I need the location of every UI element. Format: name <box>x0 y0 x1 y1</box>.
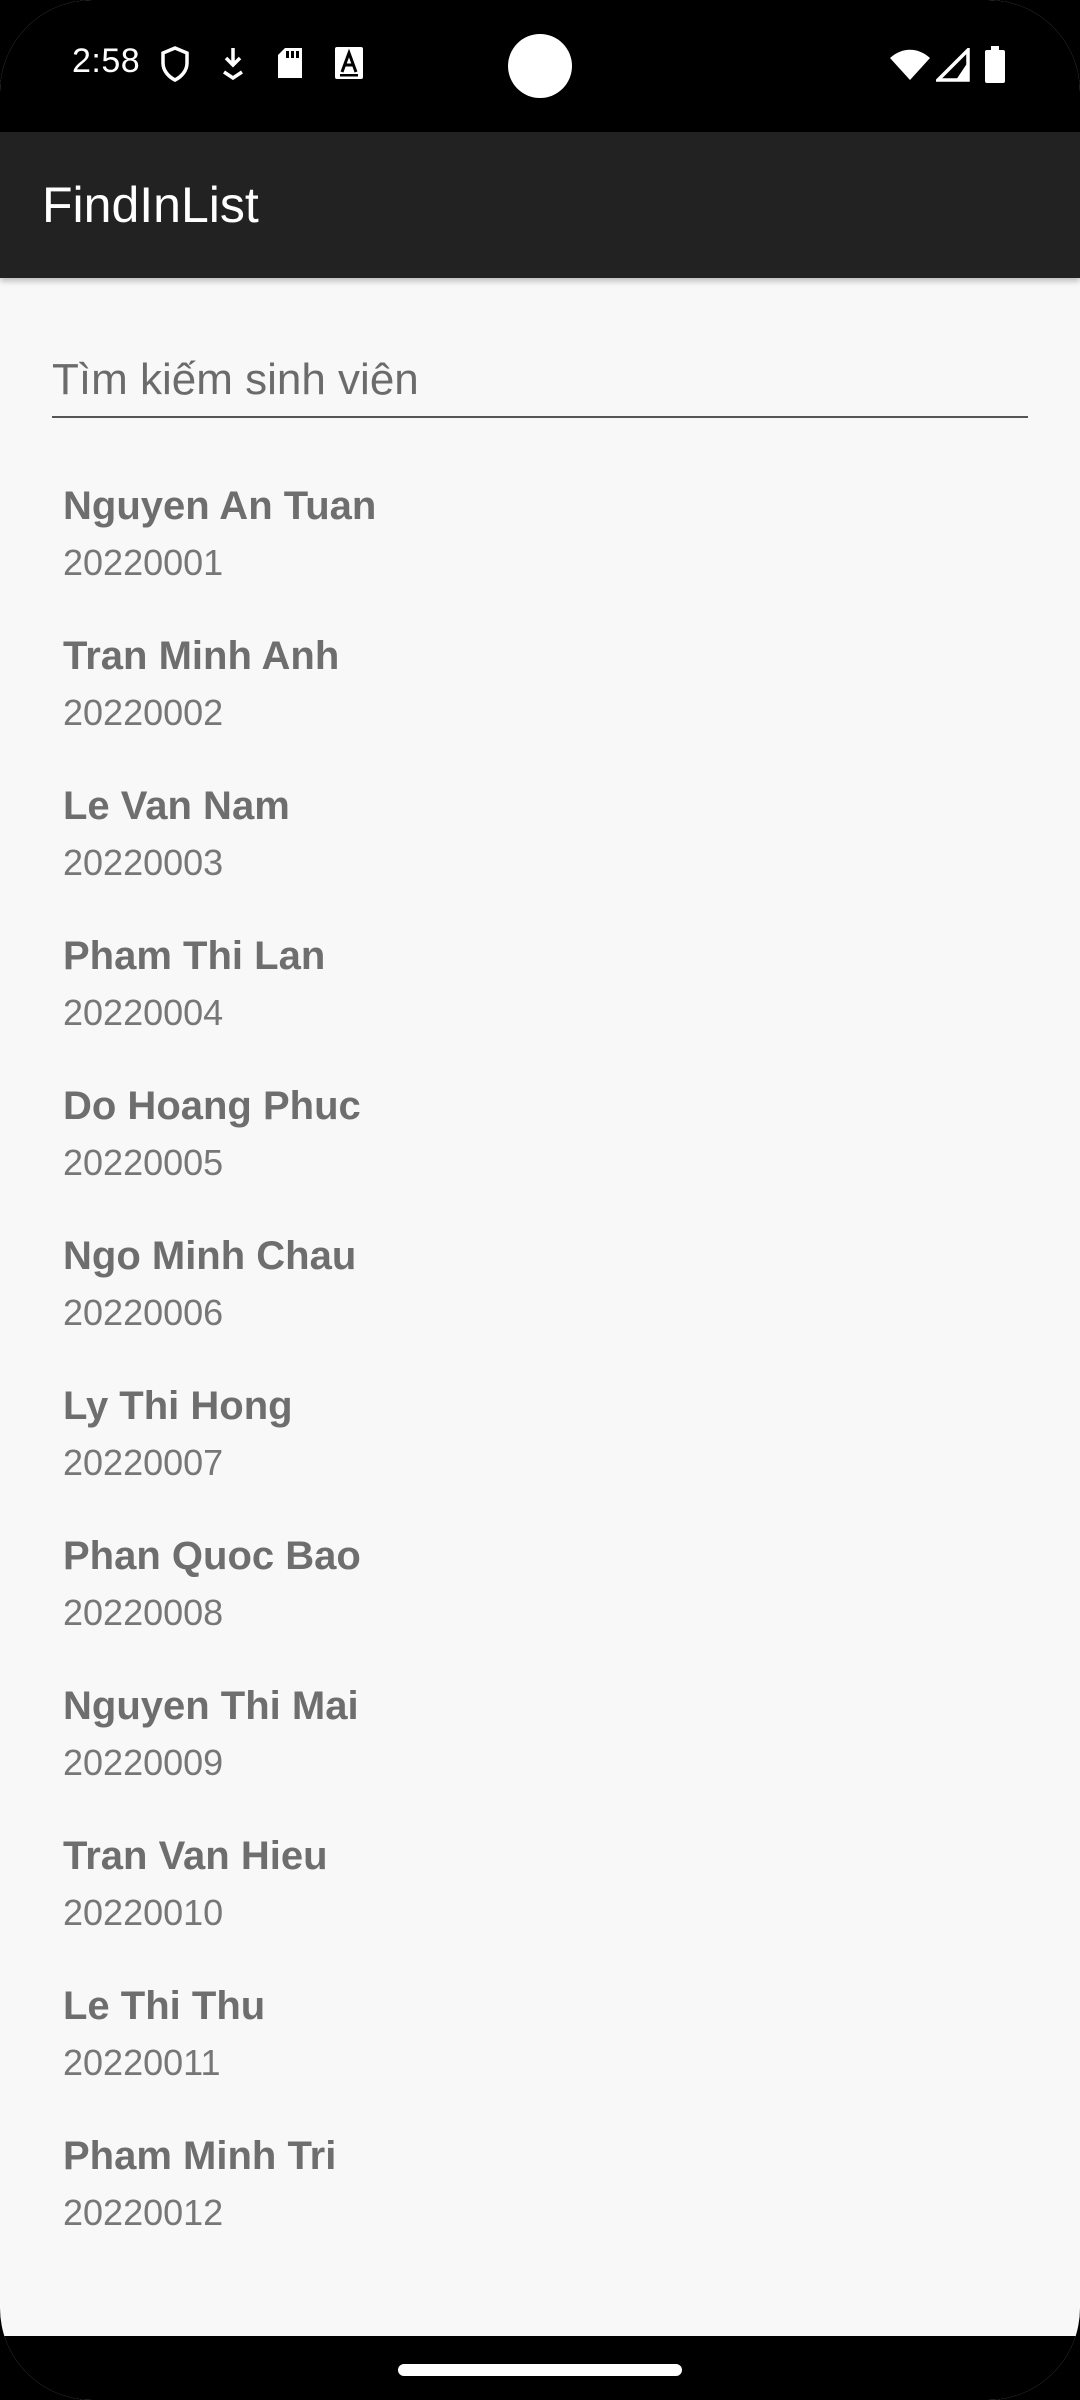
student-name: Pham Thi Lan <box>63 934 326 978</box>
student-id: 20220005 <box>63 1142 224 1183</box>
student-name: Pham Minh Tri <box>63 2134 337 2178</box>
student-name: Nguyen An Tuan <box>63 484 377 528</box>
phone-screen: 2:58 FindInList Tìm kiếm sinh viên Nguye… <box>0 0 1080 2400</box>
list-item[interactable]: Phan Quoc Bao 20220008 <box>0 1520 1080 1670</box>
student-id: 20220004 <box>63 992 224 1033</box>
student-name: Do Hoang Phuc <box>63 1084 361 1128</box>
list-item[interactable]: Pham Minh Tri 20220012 <box>0 2120 1080 2270</box>
home-gesture-handle[interactable] <box>398 2364 682 2376</box>
navigation-bar <box>0 2336 1080 2400</box>
list-item[interactable]: Ngo Minh Chau 20220006 <box>0 1220 1080 1370</box>
student-id: 20220001 <box>63 542 224 583</box>
student-id: 20220011 <box>63 2042 221 2083</box>
list-item[interactable]: Nguyen An Tuan 20220001 <box>0 470 1080 620</box>
student-list[interactable]: Nguyen An Tuan 20220001 Tran Minh Anh 20220… <box>0 470 1080 2330</box>
battery-icon <box>984 46 1006 89</box>
list-item[interactable]: Tran Van Hieu 20220010 <box>0 1820 1080 1970</box>
download-icon <box>220 46 246 85</box>
student-name: Tran Minh Anh <box>63 634 340 678</box>
student-name: Ly Thi Hong <box>63 1384 293 1428</box>
list-item[interactable]: Do Hoang Phuc 20220005 <box>0 1070 1080 1220</box>
camera-cutout <box>508 34 572 98</box>
status-time: 2:58 <box>72 42 141 80</box>
student-id: 20220002 <box>63 692 224 733</box>
student-id: 20220009 <box>63 1742 224 1783</box>
sd-card-icon <box>276 46 304 85</box>
status-bar: 2:58 <box>0 0 1080 132</box>
student-id: 20220010 <box>63 1892 224 1933</box>
wifi-icon <box>888 48 932 87</box>
student-id: 20220008 <box>63 1592 224 1633</box>
student-name: Ngo Minh Chau <box>63 1234 357 1278</box>
shield-icon <box>160 46 190 87</box>
search-input[interactable] <box>52 344 1028 418</box>
student-name: Tran Van Hieu <box>63 1834 328 1878</box>
student-name: Le Thi Thu <box>63 1984 266 2028</box>
student-id: 20220003 <box>63 842 224 883</box>
app-title: FindInList <box>42 177 259 233</box>
font-a-icon <box>334 46 364 85</box>
student-name: Phan Quoc Bao <box>63 1534 361 1578</box>
student-id: 20220012 <box>63 2192 224 2233</box>
list-item[interactable]: Pham Thi Lan 20220004 <box>0 920 1080 1070</box>
list-item[interactable]: Ly Thi Hong 20220007 <box>0 1370 1080 1520</box>
student-id: 20220006 <box>63 1292 224 1333</box>
signal-icon <box>933 45 970 87</box>
list-item[interactable]: Tran Minh Anh 20220002 <box>0 620 1080 770</box>
list-item[interactable]: Nguyen Thi Mai 20220009 <box>0 1670 1080 1820</box>
student-name: Le Van Nam <box>63 784 290 828</box>
list-item[interactable]: Le Thi Thu 20220011 <box>0 1970 1080 2120</box>
list-item[interactable]: Le Van Nam 20220003 <box>0 770 1080 920</box>
student-id: 20220007 <box>63 1442 224 1483</box>
student-name: Nguyen Thi Mai <box>63 1684 359 1728</box>
app-bar: FindInList <box>0 132 1080 278</box>
